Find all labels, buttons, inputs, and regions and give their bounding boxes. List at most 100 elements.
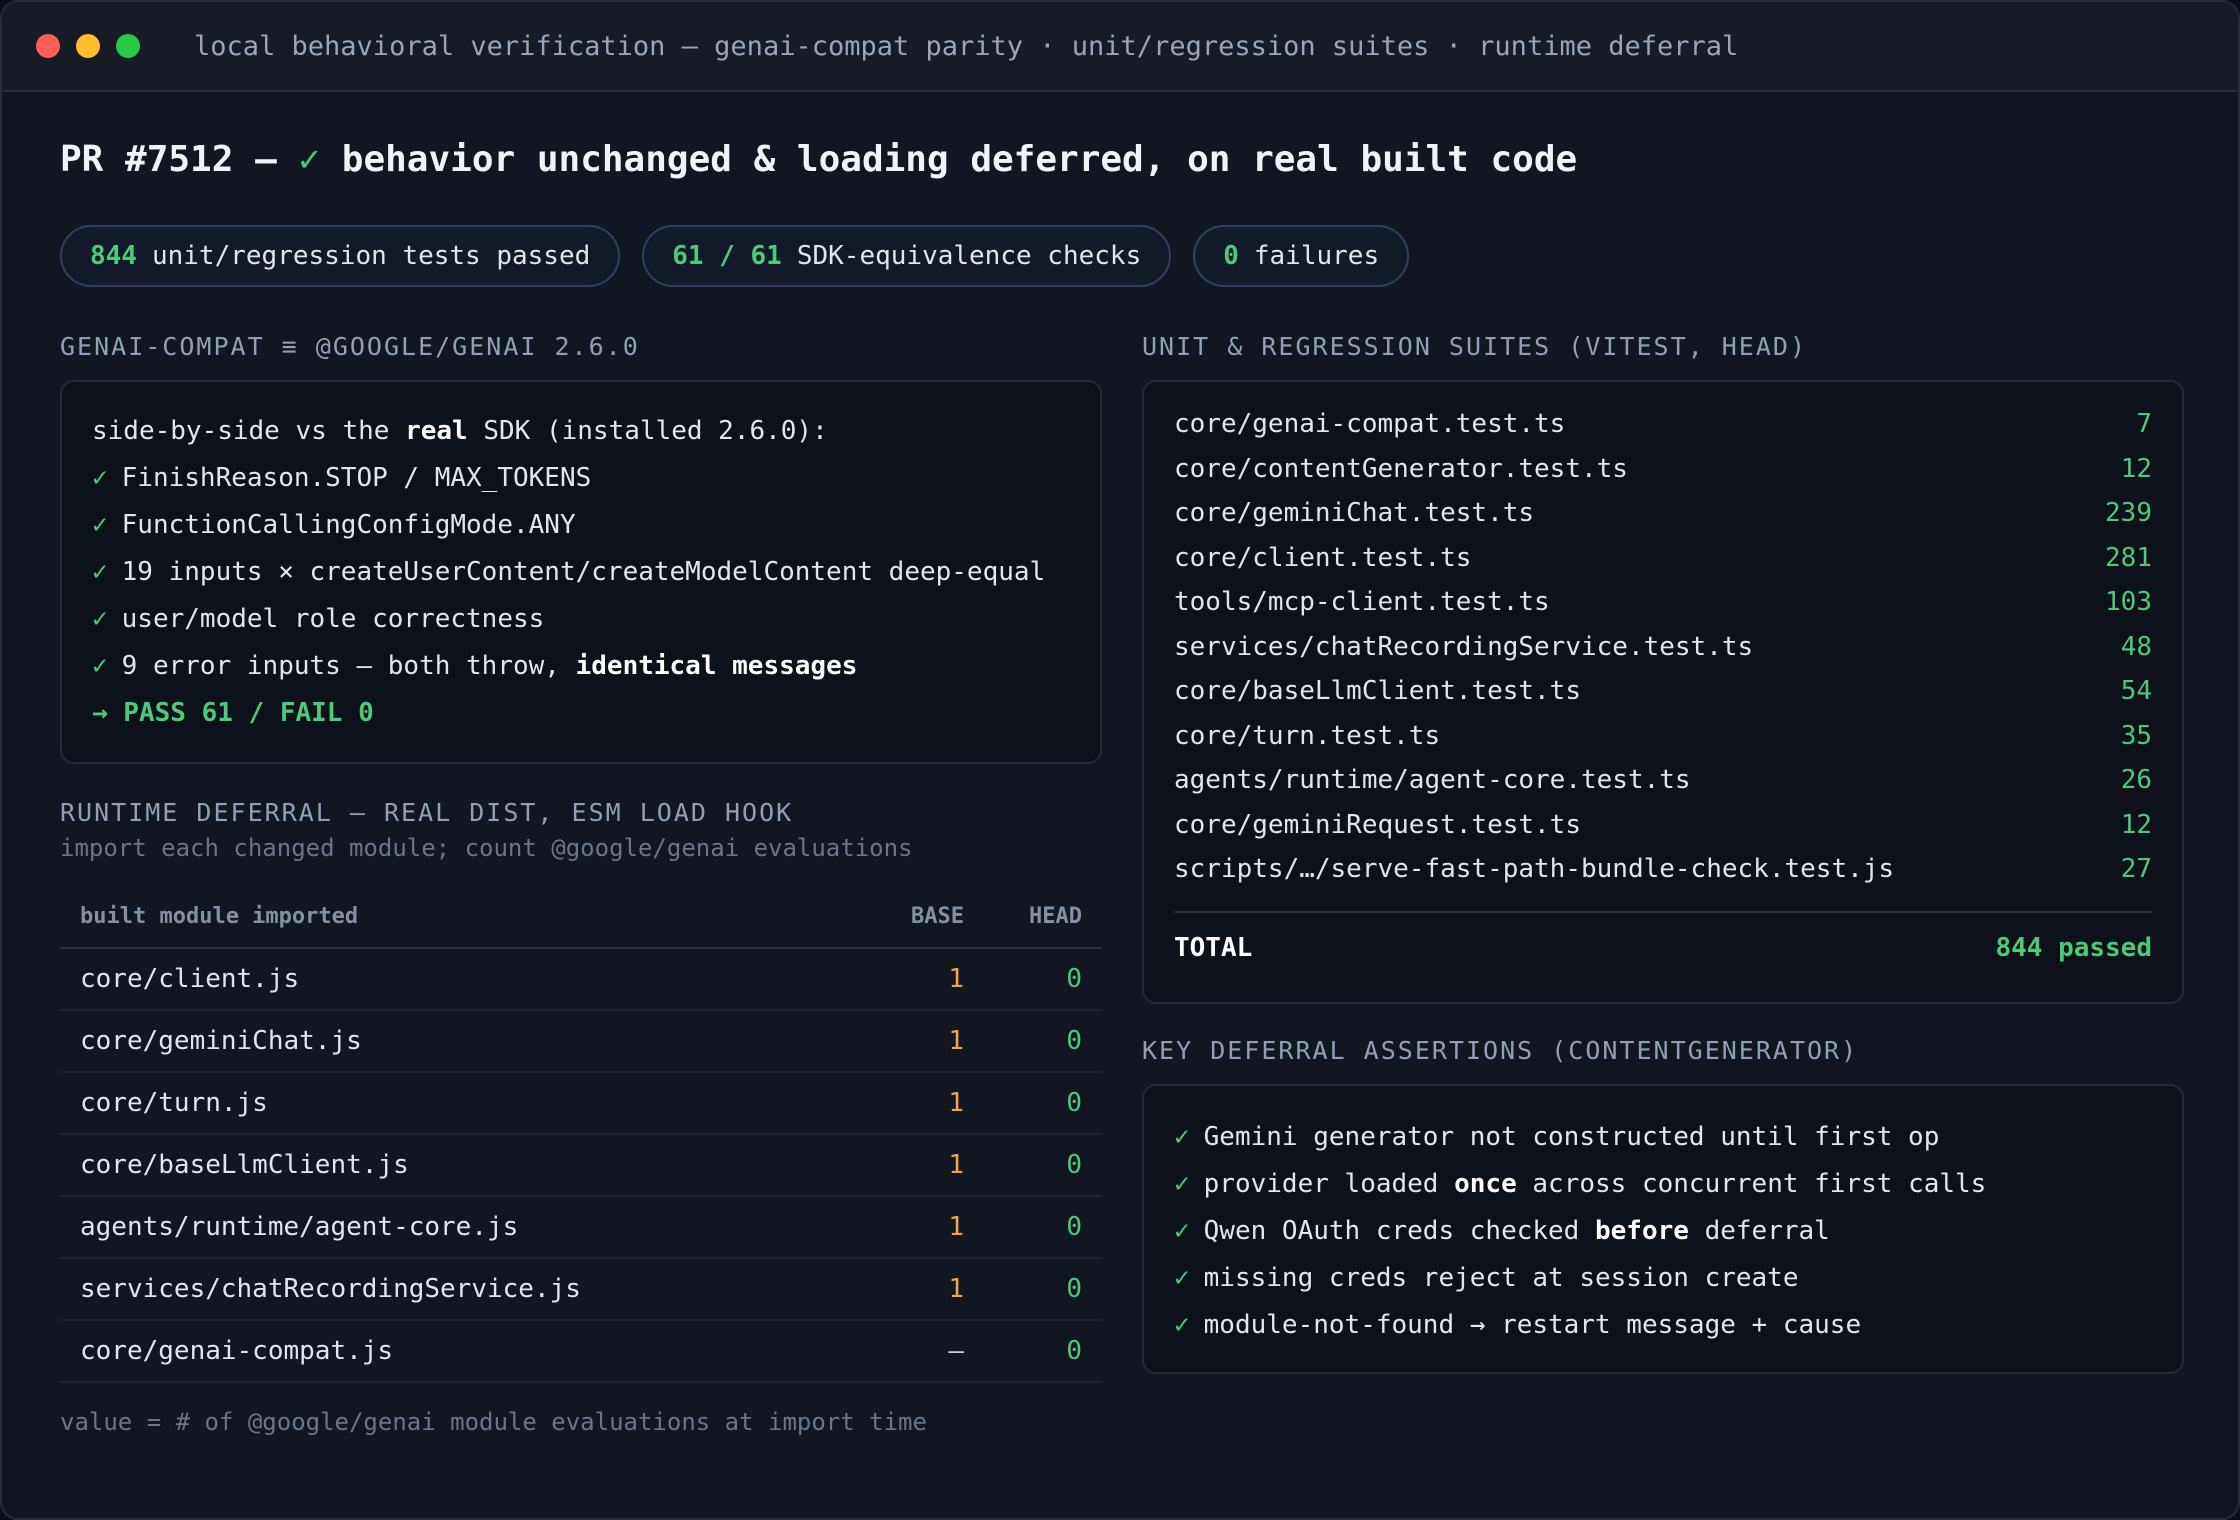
head-cell: 0 — [984, 1320, 1102, 1383]
table-row: core/genai-compat.js — 0 — [60, 1320, 1102, 1383]
compat-check-text: user/model role correctness — [121, 604, 545, 634]
check-icon: ✓ — [1174, 1263, 1190, 1293]
head-cell: 0 — [984, 1134, 1102, 1197]
table-row: core/client.js 1 0 — [60, 948, 1102, 1011]
suite-count: 54 — [2120, 676, 2152, 706]
compat-intro-bold: real — [405, 416, 468, 446]
title-bar: local behavioral verification — genai-co… — [2, 2, 2238, 92]
compat-check: ✓ user/model role correctness — [92, 596, 1070, 643]
assertions-section-title: KEY DEFERRAL ASSERTIONS (CONTENTGENERATO… — [1142, 1036, 1859, 1065]
table-row: core/baseLlmClient.js 1 0 — [60, 1134, 1102, 1197]
suite-count: 12 — [2120, 809, 2152, 840]
compat-check: ✓ 9 error inputs — both throw, identical … — [92, 643, 1070, 690]
module-cell: agents/runtime/agent-core.js — [60, 1196, 844, 1259]
compat-check-text: FunctionCallingConfigMode.ANY — [121, 510, 576, 540]
module-cell: core/geminiChat.js — [60, 1010, 844, 1073]
suite-count: 239 — [2105, 498, 2152, 528]
suite-row: scripts/…/serve-fast-path-bundle-check.t… — [1174, 847, 2152, 892]
suite-count: 7 — [2136, 409, 2152, 439]
suite-name: core/baseLlmClient.test.ts — [1174, 676, 1581, 706]
suite-row: agents/runtime/agent-core.test.ts 26 — [1174, 758, 2152, 803]
compat-check: ✓ 19 inputs × createUserContent/createMod… — [92, 549, 1070, 596]
base-cell: 1 — [844, 948, 984, 1011]
assertion-item: ✓ missing creds reject at session create — [1174, 1255, 2152, 1302]
suite-row: core/geminiChat.test.ts 239 — [1174, 491, 2152, 536]
badge-label: unit/regression tests passed — [151, 241, 591, 271]
suite-name: agents/runtime/agent-core.test.ts — [1174, 765, 1691, 795]
suite-row: core/geminiRequest.test.ts 12 — [1174, 803, 2152, 848]
column-header-head: HEAD — [984, 886, 1102, 949]
base-cell: 1 — [844, 1258, 984, 1321]
table-row: services/chatRecordingService.js 1 0 — [60, 1258, 1102, 1321]
base-cell: 1 — [844, 1196, 984, 1259]
assertion-bold: before — [1595, 1216, 1689, 1246]
suite-count: 12 — [2120, 453, 2152, 484]
check-icon: ✓ — [1174, 1122, 1190, 1152]
badge-tests-passed: 844 unit/regression tests passed — [60, 225, 621, 287]
suite-row: core/baseLlmClient.test.ts 54 — [1174, 669, 2152, 714]
compat-intro-text: side-by-side vs the — [92, 416, 406, 446]
maximize-window-button[interactable] — [116, 34, 140, 58]
suite-count: 281 — [2105, 542, 2152, 573]
headline-prefix: PR #7512 — — [60, 139, 299, 180]
compat-check-bold: identical messages — [575, 651, 858, 681]
headline-text: behavior unchanged & loading deferred, o… — [320, 139, 1578, 180]
suite-count: 35 — [2120, 720, 2152, 751]
total-value: 844 passed — [1995, 932, 2152, 963]
assertion-bold: once — [1454, 1169, 1517, 1199]
minimize-window-button[interactable] — [76, 34, 100, 58]
suite-count: 48 — [2120, 631, 2152, 662]
head-cell: 0 — [984, 1072, 1102, 1135]
check-icon: ✓ — [92, 463, 108, 493]
compat-pass-summary: → PASS 61 / FAIL 0 — [92, 698, 374, 728]
suite-name: core/geminiChat.test.ts — [1174, 498, 1535, 528]
module-cell: core/genai-compat.js — [60, 1320, 844, 1383]
close-window-button[interactable] — [36, 34, 60, 58]
check-icon: ✓ — [298, 139, 321, 180]
base-cell: 1 — [844, 1134, 984, 1197]
check-icon: ✓ — [92, 557, 108, 587]
check-icon: ✓ — [1174, 1216, 1190, 1246]
assertion-item: ✓ provider loaded once across concurrent … — [1174, 1161, 2152, 1208]
badge-number: 0 — [1223, 241, 1239, 271]
suite-count: 27 — [2120, 854, 2152, 884]
assertion-text: module-not-found → restart message + cau… — [1203, 1310, 1862, 1340]
table-row: core/geminiChat.js 1 0 — [60, 1010, 1102, 1073]
suite-name: tools/mcp-client.test.ts — [1174, 587, 1550, 617]
head-cell: 0 — [984, 1010, 1102, 1073]
assertion-text: across concurrent first calls — [1516, 1169, 1987, 1199]
base-cell: — — [844, 1320, 984, 1383]
deferral-section-subtitle: import each changed module; count @googl… — [60, 834, 913, 862]
compat-check-text: 19 inputs × createUserContent/createMode… — [121, 557, 1046, 587]
deferral-table: built module imported BASE HEAD core/cli… — [60, 886, 1102, 1383]
badge-number: 844 — [90, 241, 137, 271]
suite-row: core/contentGenerator.test.ts 12 — [1174, 447, 2152, 492]
window-title: local behavioral verification — genai-co… — [194, 30, 1739, 62]
assertion-item: ✓ Gemini generator not constructed until … — [1174, 1114, 2152, 1161]
suite-name: services/chatRecordingService.test.ts — [1174, 631, 1754, 662]
compat-intro-text: SDK (installed 2.6.0): — [467, 416, 828, 446]
app-window: local behavioral verification — genai-co… — [0, 0, 2240, 1520]
table-row: core/turn.js 1 0 — [60, 1072, 1102, 1135]
module-cell: core/baseLlmClient.js — [60, 1134, 844, 1197]
compat-card: side-by-side vs the real SDK (installed … — [60, 380, 1102, 764]
suites-card: core/genai-compat.test.ts 7 core/contentG… — [1142, 380, 2184, 1004]
module-cell: core/client.js — [60, 948, 844, 1011]
badge-number: 61 / 61 — [672, 241, 782, 271]
assertion-text: Gemini generator not constructed until f… — [1203, 1122, 1940, 1152]
suite-name: core/geminiRequest.test.ts — [1174, 809, 1581, 840]
badge-label: SDK-equivalence checks — [796, 241, 1142, 271]
compat-check: ✓ FunctionCallingConfigMode.ANY — [92, 502, 1070, 549]
check-icon: ✓ — [1174, 1169, 1190, 1199]
compat-check-text: FinishReason.STOP / MAX_TOKENS — [121, 463, 592, 493]
assertion-text: missing creds reject at session create — [1203, 1263, 1799, 1293]
suites-section-title: UNIT & REGRESSION SUITES (VITEST, HEAD) — [1142, 332, 1807, 361]
head-cell: 0 — [984, 1258, 1102, 1321]
check-icon: ✓ — [92, 510, 108, 540]
suite-total-row: TOTAL 844 passed — [1174, 910, 2152, 963]
suite-name: core/client.test.ts — [1174, 542, 1472, 573]
check-icon: ✓ — [92, 651, 108, 681]
compat-intro: side-by-side vs the real SDK (installed … — [92, 408, 1070, 455]
head-cell: 0 — [984, 948, 1102, 1011]
assertion-item: ✓ module-not-found → restart message + ca… — [1174, 1302, 2152, 1349]
